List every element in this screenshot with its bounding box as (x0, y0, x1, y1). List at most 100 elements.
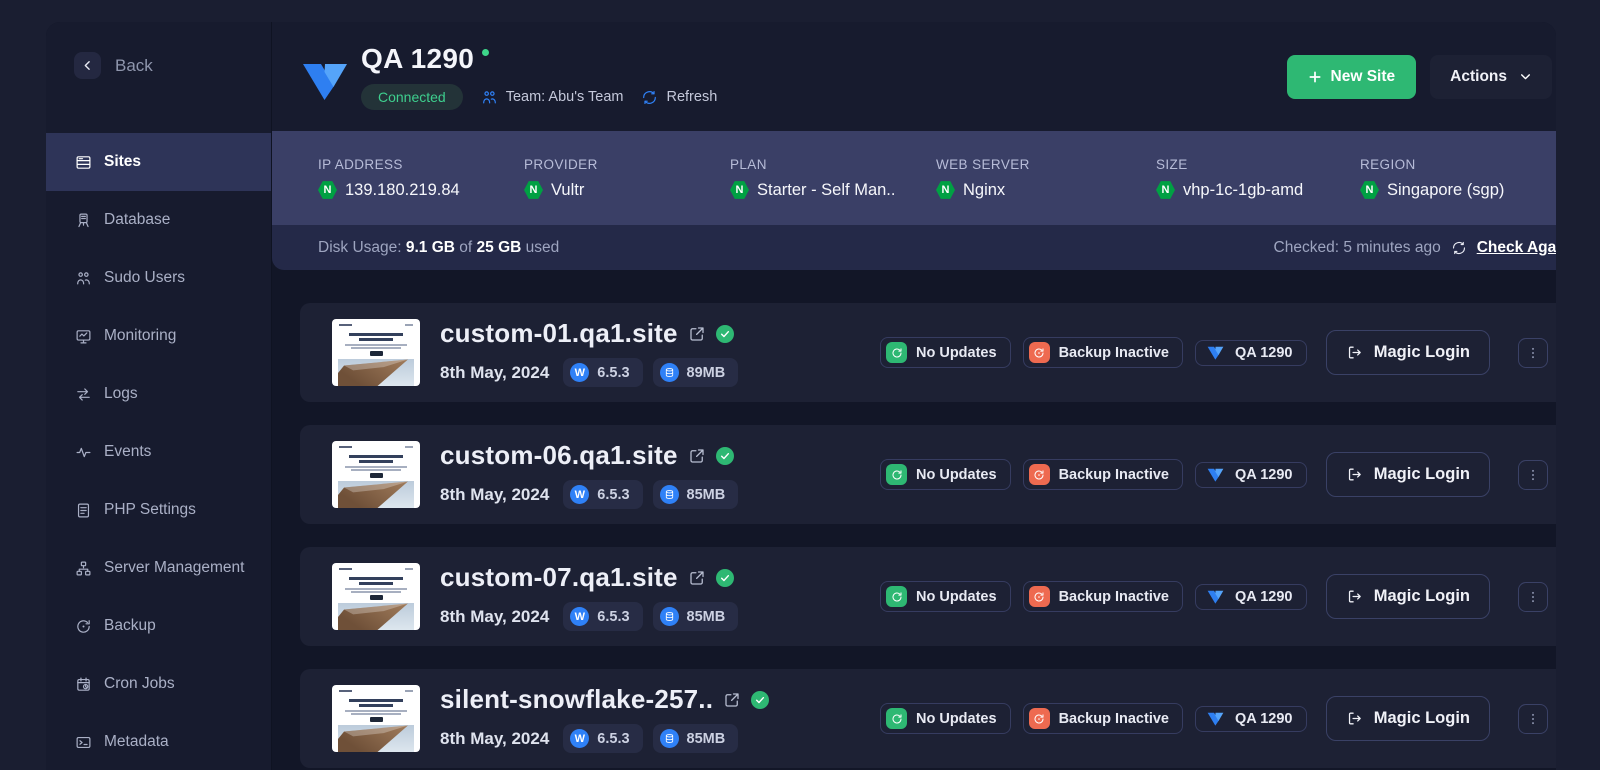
info-value: N vhp-1c-1gb-amd (1156, 181, 1360, 200)
refresh-button[interactable]: Refresh (641, 89, 717, 106)
server-tag-badge[interactable]: QA 1290 (1195, 706, 1307, 732)
server-title-block: QA 1290 Connected Team: Abu's Team (361, 43, 717, 110)
backup-status-badge[interactable]: Backup Inactive (1023, 459, 1183, 490)
sidebar-item-label: PHP Settings (104, 501, 196, 519)
external-link-icon[interactable] (688, 325, 706, 343)
sidebar-item-label: Server Management (104, 559, 244, 577)
status-badge: Connected (361, 84, 463, 110)
chevron-down-icon (1519, 70, 1532, 83)
sidebar-item-sites[interactable]: Sites (46, 133, 271, 191)
external-link-icon[interactable] (688, 447, 706, 465)
info-value: N Starter - Self Man.. (730, 181, 936, 200)
sidebar-item-label: Monitoring (104, 327, 176, 345)
team-icon (481, 89, 498, 106)
sidebar-item-sudo-users[interactable]: Sudo Users (46, 249, 271, 307)
wordpress-version-pill: W 6.5.3 (563, 602, 642, 631)
backup-status-badge[interactable]: Backup Inactive (1023, 337, 1183, 368)
site-badges: No Updates Backup Inactive QA 1290 (880, 581, 1307, 612)
external-link-icon[interactable] (688, 569, 706, 587)
vultr-logo-icon (1207, 589, 1224, 604)
vultr-logo-icon (302, 59, 348, 101)
site-size-pill: 85MB (653, 602, 739, 631)
site-ok-check-icon (716, 569, 734, 587)
info-label: SIZE (1156, 157, 1360, 172)
refresh-icon (641, 89, 658, 106)
external-link-icon[interactable] (723, 691, 741, 709)
new-site-button[interactable]: New Site (1287, 55, 1417, 99)
magic-login-button[interactable]: Magic Login (1326, 330, 1490, 375)
updates-refresh-icon (886, 464, 907, 485)
sidebar-item-logs[interactable]: Logs (46, 365, 271, 423)
php-settings-icon (75, 502, 92, 519)
magic-login-button[interactable]: Magic Login (1326, 696, 1490, 741)
updates-status-badge[interactable]: No Updates (880, 581, 1011, 612)
sidebar-item-monitoring[interactable]: Monitoring (46, 307, 271, 365)
vultr-logo-icon (1207, 345, 1224, 360)
site-size-pill: 85MB (653, 480, 739, 509)
site-created-date: 8th May, 2024 (440, 363, 549, 383)
magic-login-button[interactable]: Magic Login (1326, 452, 1490, 497)
info-label: REGION (1360, 157, 1556, 172)
backup-status-badge[interactable]: Backup Inactive (1023, 581, 1183, 612)
site-info: custom-01.qa1.site 8th May, 2024 W 6.5.3 (440, 318, 825, 387)
magic-login-button[interactable]: Magic Login (1326, 574, 1490, 619)
vultr-logo-icon (1207, 467, 1224, 482)
check-again-link[interactable]: Check Again (1477, 239, 1556, 257)
sidebar-item-backup[interactable]: Backup (46, 597, 271, 655)
backup-rotate-icon (1029, 586, 1050, 607)
site-badges: No Updates Backup Inactive QA 1290 (880, 459, 1307, 490)
updates-refresh-icon (886, 342, 907, 363)
sidebar-item-label: Sites (104, 153, 141, 171)
wordpress-icon: W (570, 729, 589, 748)
vultr-logo-icon (1207, 711, 1224, 726)
kebab-menu-button[interactable] (1518, 338, 1548, 368)
server-info-column: SIZE N vhp-1c-1gb-amd (1156, 157, 1360, 200)
server-tag-badge[interactable]: QA 1290 (1195, 462, 1307, 488)
backup-rotate-icon (1029, 708, 1050, 729)
kebab-menu-button[interactable] (1518, 704, 1548, 734)
login-icon (1346, 466, 1363, 483)
sidebar-nav: Sites Database Sudo Users Monitoring Log… (46, 133, 271, 770)
wordpress-icon: W (570, 607, 589, 626)
kebab-icon (1526, 590, 1540, 604)
sidebar-item-cron-jobs[interactable]: Cron Jobs (46, 655, 271, 713)
server-info-column: IP ADDRESS N 139.180.219.84 (318, 157, 524, 200)
site-name-link[interactable]: custom-07.qa1.site (440, 562, 678, 593)
storage-icon (660, 485, 679, 504)
site-thumbnail (332, 685, 420, 752)
sidebar-item-events[interactable]: Events (46, 423, 271, 481)
kebab-menu-button[interactable] (1518, 582, 1548, 612)
updates-status-badge[interactable]: No Updates (880, 337, 1011, 368)
backup-icon (75, 618, 92, 635)
kebab-menu-button[interactable] (1518, 460, 1548, 490)
backup-rotate-icon (1029, 464, 1050, 485)
new-site-label: New Site (1331, 68, 1396, 86)
kebab-icon (1526, 712, 1540, 726)
back-button[interactable]: Back (46, 22, 271, 79)
sidebar-item-server-management[interactable]: Server Management (46, 539, 271, 597)
sidebar-item-php-settings[interactable]: PHP Settings (46, 481, 271, 539)
server-info-column: PROVIDER N Vultr (524, 157, 730, 200)
content: QA 1290 Connected Team: Abu's Team (272, 22, 1556, 770)
updates-status-badge[interactable]: No Updates (880, 703, 1011, 734)
server-info-bar: IP ADDRESS N 139.180.219.84 PROVIDER N V… (272, 131, 1556, 225)
site-info: custom-07.qa1.site 8th May, 2024 W 6.5.3 (440, 562, 825, 631)
sidebar-item-label: Cron Jobs (104, 675, 175, 693)
site-name-link[interactable]: custom-01.qa1.site (440, 318, 678, 349)
server-tag-badge[interactable]: QA 1290 (1195, 584, 1307, 610)
sidebar-item-metadata[interactable]: Metadata (46, 713, 271, 770)
server-tag-badge[interactable]: QA 1290 (1195, 340, 1307, 366)
sidebar-item-database[interactable]: Database (46, 191, 271, 249)
site-name-link[interactable]: custom-06.qa1.site (440, 440, 678, 471)
refresh-label: Refresh (666, 89, 717, 105)
actions-button[interactable]: Actions (1430, 55, 1552, 99)
site-thumbnail (332, 319, 420, 386)
nginx-icon: N (524, 181, 543, 200)
backup-status-badge[interactable]: Backup Inactive (1023, 703, 1183, 734)
updates-status-badge[interactable]: No Updates (880, 459, 1011, 490)
wordpress-icon: W (570, 485, 589, 504)
site-name-link[interactable]: silent-snowflake-257.. (440, 684, 713, 715)
wordpress-icon: W (570, 363, 589, 382)
monitoring-icon (75, 328, 92, 345)
actions-label: Actions (1450, 68, 1507, 86)
